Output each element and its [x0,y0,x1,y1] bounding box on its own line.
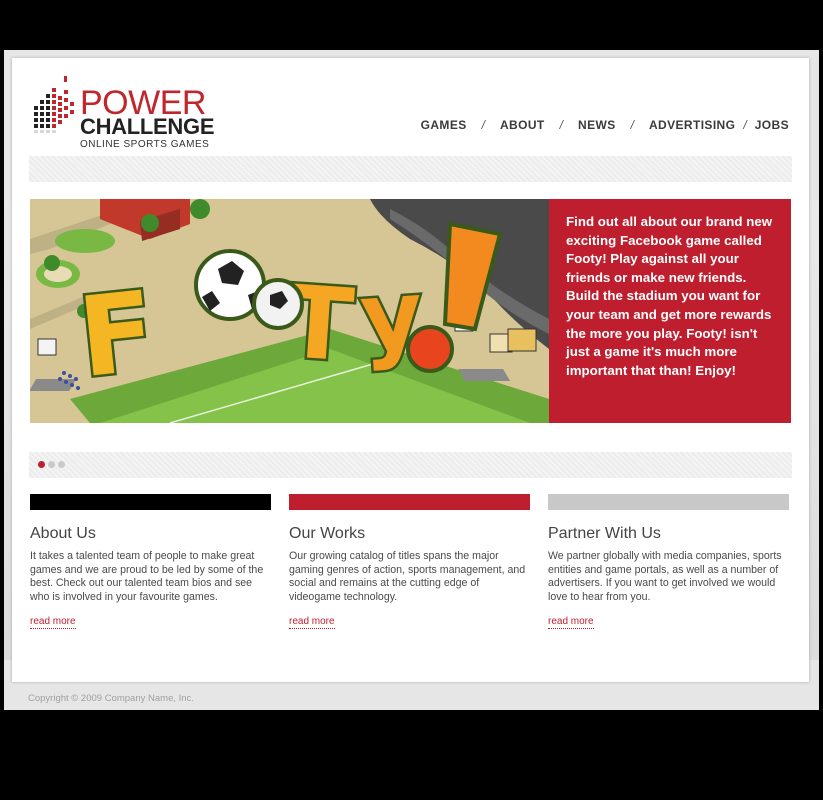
nav-item-games[interactable]: GAMES [421,118,467,132]
top-pattern-bar [29,156,792,182]
column-color-strip [30,494,271,510]
nav-item-news[interactable]: NEWS [578,118,616,132]
column-partner-with-us: Partner With Us We partner globally with… [548,494,789,629]
equalizer-logo-icon [34,76,74,133]
footer-copyright: Copyright © 2009 Company Name, Inc. [28,693,194,704]
site-logo[interactable]: POWER CHALLENGE ONLINE SPORTS GAMES [34,72,224,152]
logo-word-challenge: CHALLENGE [80,114,215,139]
hero-banner: F T y Find out all about our brand new e… [30,199,791,423]
column-color-strip [548,494,789,510]
nav-separator: / [559,118,563,132]
read-more-link[interactable]: read more [548,616,594,629]
page-background: POWER CHALLENGE ONLINE SPORTS GAMES GAME… [4,50,819,710]
footy-game-artwork[interactable]: F T y [30,199,549,423]
nav-item-jobs[interactable]: JOBS [755,118,789,132]
main-nav: GAMES / ABOUT / NEWS / ADVERTISING / JOB… [421,118,789,132]
nav-separator: / [630,118,634,132]
nav-separator: / [743,118,747,132]
column-our-works: Our Works Our growing catalog of titles … [289,494,530,629]
column-title: About Us [30,525,96,542]
column-color-strip [289,494,530,510]
slider-pattern-bar [29,452,792,478]
nav-separator: / [481,118,485,132]
main-card: POWER CHALLENGE ONLINE SPORTS GAMES GAME… [12,58,809,682]
read-more-link[interactable]: read more [30,616,76,629]
footy-illustration: F T y [30,199,549,423]
column-about-us: About Us It takes a talented team of peo… [30,494,271,629]
column-text: It takes a talented team of people to ma… [30,550,264,603]
logo-tagline: ONLINE SPORTS GAMES [80,139,210,150]
svg-text:F: F [73,267,161,402]
column-title: Our Works [289,525,366,542]
slider-dot-3[interactable] [58,461,65,468]
nav-item-advertising[interactable]: ADVERTISING [649,118,735,132]
slider-dots [38,461,68,468]
slider-dot-2[interactable] [48,461,55,468]
nav-item-about[interactable]: ABOUT [500,118,545,132]
hero-description: Find out all about our brand new excitin… [566,214,773,378]
hero-description-panel: Find out all about our brand new excitin… [549,199,791,423]
read-more-link[interactable]: read more [289,616,335,629]
column-text: We partner globally with media companies… [548,550,782,603]
slider-dot-1[interactable] [38,461,45,468]
column-text: Our growing catalog of titles spans the … [289,550,526,603]
column-title: Partner With Us [548,525,661,542]
